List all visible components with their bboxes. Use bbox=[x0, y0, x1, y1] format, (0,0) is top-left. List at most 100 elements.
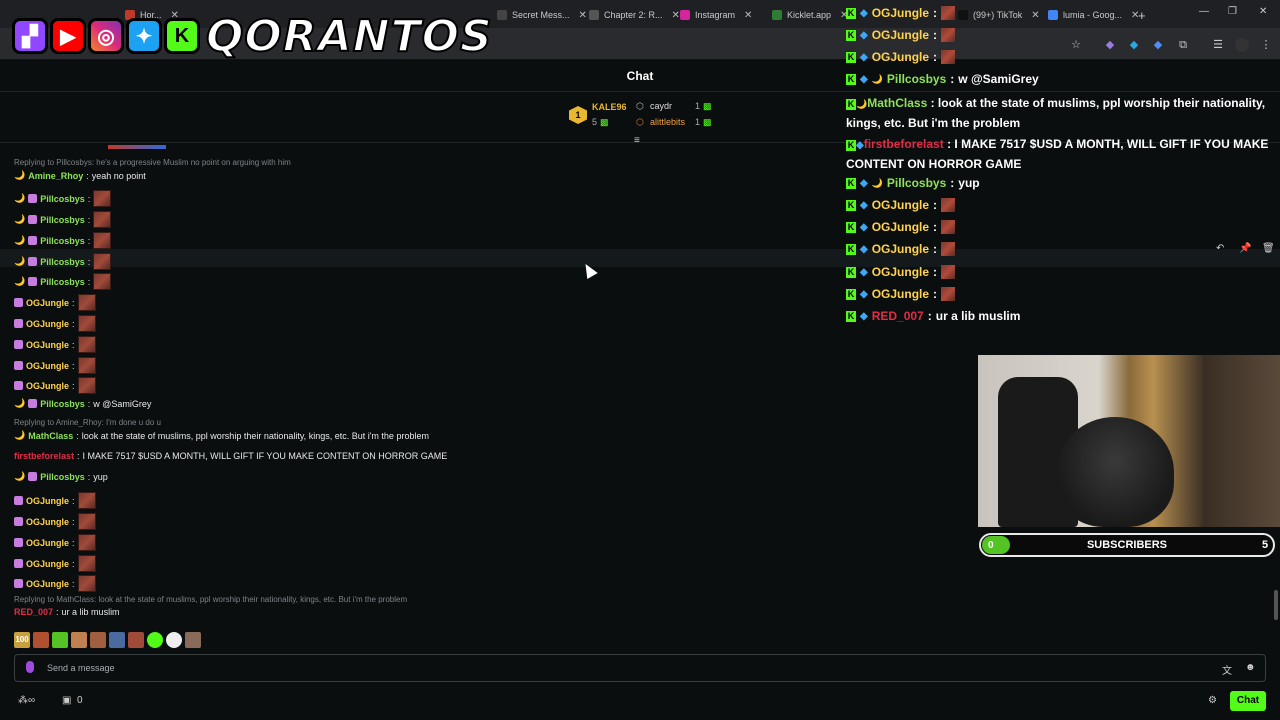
chat-send-button[interactable]: Chat bbox=[1230, 691, 1266, 711]
extensions-puzzle-icon[interactable]: ⧉ bbox=[1176, 38, 1190, 52]
new-tab-button[interactable]: + bbox=[1138, 4, 1146, 26]
chat-message[interactable]: 🌙 Pillcosbys: w @SamiGrey bbox=[14, 398, 151, 409]
extension-icon[interactable]: ◆ bbox=[1103, 38, 1117, 52]
emote-icon[interactable] bbox=[90, 632, 106, 648]
close-tab-icon[interactable]: ✕ bbox=[579, 10, 587, 21]
chat-username[interactable]: MathClass bbox=[28, 431, 73, 441]
bookmark-star-icon[interactable]: ☆ bbox=[1069, 38, 1083, 52]
emote-icon[interactable] bbox=[109, 632, 125, 648]
chat-username[interactable]: OGJungle bbox=[26, 298, 69, 308]
chat-username[interactable]: OGJungle bbox=[26, 319, 69, 329]
chat-message[interactable]: 🌙 Pillcosbys: bbox=[14, 190, 112, 207]
chat-message[interactable]: OGJungle: bbox=[14, 513, 96, 530]
chat-username[interactable]: OGJungle bbox=[26, 340, 69, 350]
chat-message[interactable]: firstbeforelast: I MAKE 7517 $USD A MONTH… bbox=[14, 451, 447, 461]
chat-username[interactable]: Pillcosbys bbox=[40, 472, 85, 482]
chat-message[interactable]: OGJungle: bbox=[14, 357, 96, 374]
close-tab-icon[interactable]: ✕ bbox=[672, 10, 680, 21]
chat-message[interactable]: OGJungle: bbox=[14, 294, 96, 311]
pin-icon[interactable]: 📌 bbox=[1239, 243, 1251, 254]
extension-icon[interactable]: ◆ bbox=[1127, 38, 1141, 52]
points-icon[interactable]: ⁂∞ bbox=[18, 695, 35, 706]
chat-message[interactable]: 🌙 Pillcosbys: bbox=[14, 253, 112, 270]
chat-message[interactable]: OGJungle: bbox=[14, 492, 96, 509]
maximize-icon[interactable]: ❐ bbox=[1228, 6, 1237, 17]
separator: : bbox=[933, 198, 938, 212]
expand-pinned-icon[interactable]: ≡ bbox=[634, 135, 640, 146]
gem-badge-icon: ◆ bbox=[860, 243, 868, 255]
browser-tab[interactable]: (99+) TikTok ✕ bbox=[958, 4, 1040, 26]
chat-username[interactable]: Pillcosbys bbox=[40, 399, 85, 409]
chat-message[interactable]: RED_007: ur a lib muslim bbox=[14, 607, 120, 617]
overlay-emote bbox=[941, 242, 956, 256]
chat-username[interactable]: RED_007 bbox=[14, 607, 53, 617]
emoji-icon[interactable]: ☻ bbox=[1245, 662, 1256, 673]
emote-icon[interactable] bbox=[185, 632, 201, 648]
scrollbar[interactable] bbox=[1274, 590, 1278, 620]
chat-username[interactable]: Pillcosbys bbox=[40, 236, 85, 246]
browser-tab[interactable]: Kicklet.app ✕ bbox=[772, 4, 848, 26]
emote-icon[interactable] bbox=[166, 632, 182, 648]
chat-username[interactable]: OGJungle bbox=[26, 559, 69, 569]
reading-list-icon[interactable]: ☰ bbox=[1211, 38, 1225, 52]
chat-message[interactable]: 🌙 Pillcosbys: yup bbox=[14, 471, 108, 482]
reply-icon[interactable]: ↶ bbox=[1216, 243, 1224, 254]
message-input[interactable] bbox=[14, 654, 1266, 682]
separator: : bbox=[933, 220, 938, 234]
settings-gear-icon[interactable]: ⚙ bbox=[1208, 695, 1217, 706]
chat-username[interactable]: OGJungle bbox=[26, 496, 69, 506]
gem-badge-icon: ◆ bbox=[860, 29, 868, 41]
emote-icon[interactable] bbox=[52, 632, 68, 648]
emote-icon[interactable] bbox=[147, 632, 163, 648]
translate-icon[interactable]: 文 bbox=[1222, 662, 1232, 677]
separator: : bbox=[72, 578, 75, 589]
chat-username[interactable]: Pillcosbys bbox=[40, 277, 85, 287]
chat-emote bbox=[77, 336, 96, 353]
chat-message[interactable]: 🌙 Pillcosbys: bbox=[14, 211, 112, 228]
chat-username[interactable]: OGJungle bbox=[26, 517, 69, 527]
chat-username[interactable]: OGJungle bbox=[26, 381, 69, 391]
chat-message[interactable]: OGJungle: bbox=[14, 336, 96, 353]
emote-icon[interactable] bbox=[33, 632, 49, 648]
minimize-icon[interactable]: — bbox=[1199, 6, 1209, 17]
browser-tab[interactable]: Instagram ✕ bbox=[680, 4, 752, 26]
emote-icon[interactable]: 100 bbox=[14, 632, 30, 648]
chat-message[interactable]: OGJungle: bbox=[14, 377, 96, 394]
chat-username[interactable]: Pillcosbys bbox=[40, 257, 85, 267]
extension-icon[interactable]: ◆ bbox=[1151, 38, 1165, 52]
close-tab-icon[interactable]: ✕ bbox=[1031, 10, 1039, 21]
browser-tab[interactable]: Secret Mess... ✕ bbox=[497, 4, 587, 26]
overlay-chat-message: K ◆ OGJungle : bbox=[846, 242, 956, 256]
overlay-username: OGJungle bbox=[871, 198, 930, 212]
chat-emote bbox=[77, 315, 96, 332]
chat-message[interactable]: OGJungle: bbox=[14, 555, 96, 572]
gift-icon[interactable]: ▣ bbox=[62, 695, 71, 706]
tab-favicon-icon bbox=[958, 10, 968, 20]
subscriber-badge-icon bbox=[14, 381, 23, 390]
chat-username[interactable]: Pillcosbys bbox=[40, 215, 85, 225]
chat-message[interactable]: OGJungle: bbox=[14, 315, 96, 332]
chat-message[interactable]: 🌙 Amine_Rhoy: yeah no point bbox=[14, 170, 146, 181]
chat-username[interactable]: OGJungle bbox=[26, 579, 69, 589]
chat-message[interactable]: 🌙 Pillcosbys: bbox=[14, 273, 112, 290]
delete-icon[interactable]: 🗑 bbox=[1262, 243, 1275, 254]
chat-username[interactable]: Pillcosbys bbox=[40, 194, 85, 204]
chat-message[interactable]: OGJungle: bbox=[14, 575, 96, 592]
browser-tab[interactable]: lumia - Goog... ✕ bbox=[1048, 4, 1139, 26]
chat-username[interactable]: firstbeforelast bbox=[14, 451, 74, 461]
close-window-icon[interactable]: ✕ bbox=[1259, 6, 1267, 17]
chat-username[interactable]: OGJungle bbox=[26, 538, 69, 548]
chat-message-text: yup bbox=[93, 471, 108, 482]
chat-message[interactable]: OGJungle: bbox=[14, 534, 96, 551]
chat-message[interactable]: 🌙 Pillcosbys: bbox=[14, 232, 112, 249]
profile-avatar-icon[interactable] bbox=[1235, 38, 1249, 52]
menu-kebab-icon[interactable]: ⋮ bbox=[1259, 38, 1273, 52]
chat-message[interactable]: 🌙 MathClass: look at the state of muslims,… bbox=[14, 430, 429, 441]
browser-tab[interactable]: Chapter 2: R... ✕ bbox=[589, 4, 680, 26]
close-tab-icon[interactable]: ✕ bbox=[744, 10, 752, 21]
microphone-icon[interactable] bbox=[26, 661, 34, 673]
chat-username[interactable]: OGJungle bbox=[26, 361, 69, 371]
emote-icon[interactable] bbox=[128, 632, 144, 648]
chat-username[interactable]: Amine_Rhoy bbox=[28, 171, 83, 181]
emote-icon[interactable] bbox=[71, 632, 87, 648]
